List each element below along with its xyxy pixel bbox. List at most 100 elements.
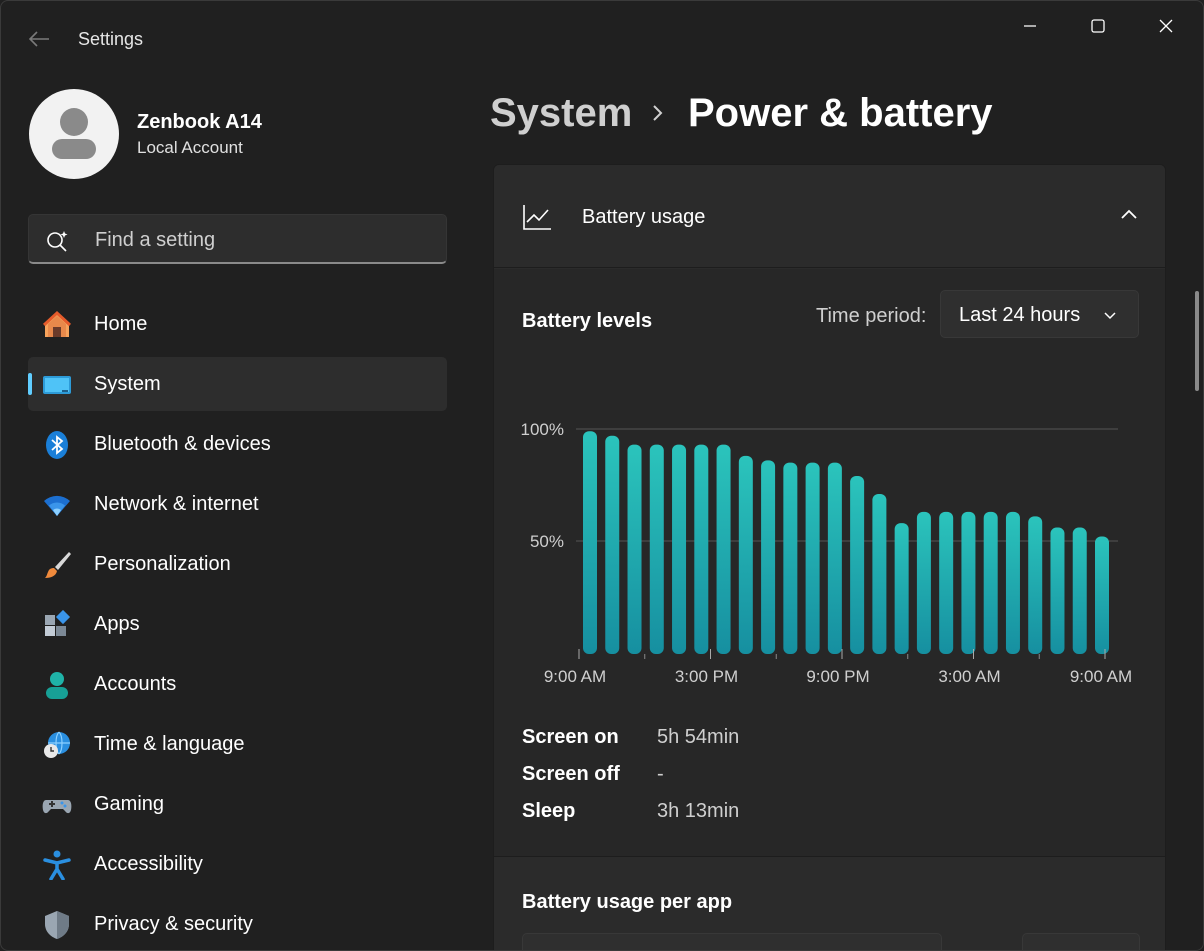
battery-bar (1050, 527, 1065, 654)
battery-bar (605, 435, 620, 654)
stat-label-screen-on: Screen on (522, 726, 619, 748)
system-icon (42, 370, 72, 400)
battery-bar (916, 511, 931, 654)
chevron-down-icon (1103, 308, 1117, 326)
shield-icon (42, 910, 72, 940)
sidebar-nav: Home System Bluetooth & devices Network … (28, 297, 447, 950)
close-button[interactable] (1143, 9, 1189, 43)
x-tick-label: 9:00 AM (544, 667, 606, 686)
user-avatar-icon (52, 108, 96, 159)
title-bar: Settings (1, 1, 1203, 75)
battery-usage-header[interactable]: Battery usage (494, 165, 1165, 268)
sidebar-item-label: Time & language (94, 733, 245, 755)
bluetooth-icon (42, 430, 72, 460)
battery-bar (738, 455, 753, 654)
battery-bar (850, 476, 865, 654)
battery-bar (672, 444, 687, 654)
stat-value-screen-off: - (657, 763, 664, 785)
home-icon (42, 310, 72, 340)
stat-value-screen-on: 5h 54min (657, 726, 740, 748)
sidebar-item-label: Privacy & security (94, 913, 253, 935)
search-icon (47, 231, 68, 252)
x-tick-label: 9:00 PM (806, 667, 869, 686)
battery-bar (961, 511, 976, 654)
x-tick-label: 3:00 PM (675, 667, 738, 686)
sidebar-item-label: Apps (94, 613, 140, 635)
sidebar-item-bluetooth[interactable]: Bluetooth & devices (28, 417, 447, 471)
battery-usage-per-app-title: Battery usage per app (522, 891, 733, 913)
line-chart-icon (522, 203, 552, 236)
accessibility-icon (42, 850, 72, 880)
battery-levels-chart: 100% 50% 9:00 AM 3:00 PM 9:00 PM 3:00 AM 9:00 … (521, 420, 1133, 686)
y-tick-label: 100% (521, 420, 564, 439)
sidebar-item-system[interactable]: System (28, 357, 447, 411)
sidebar-item-time-language[interactable]: Time & language (28, 717, 447, 771)
sort-dropdown[interactable] (1022, 933, 1140, 950)
app-title: Settings (78, 29, 144, 49)
gamepad-icon (42, 790, 72, 820)
back-arrow-icon (28, 31, 49, 47)
battery-bar (716, 444, 731, 654)
battery-bar (939, 511, 954, 654)
battery-bar (761, 460, 776, 654)
stat-label-sleep: Sleep (522, 800, 576, 822)
battery-bar (783, 462, 798, 654)
minimize-icon (1024, 25, 1036, 27)
stat-label-screen-off: Screen off (522, 763, 620, 785)
battery-bar (649, 444, 664, 654)
battery-bar (805, 462, 820, 654)
battery-bar (872, 493, 887, 654)
paintbrush-icon (42, 550, 72, 580)
sidebar-item-label: System (94, 373, 161, 395)
battery-usage-label: Battery usage (582, 206, 706, 228)
time-period-label: Time period: (816, 305, 927, 327)
x-tick-label: 9:00 AM (1070, 667, 1132, 686)
maximize-icon (1091, 19, 1105, 33)
breadcrumb-parent[interactable]: System (490, 91, 632, 136)
page-title: Power & battery (688, 91, 993, 135)
battery-usage-card: Battery usage Battery levels Time period… (493, 164, 1166, 950)
battery-bar (694, 444, 709, 654)
close-icon (1159, 19, 1173, 33)
battery-bar (1095, 536, 1109, 654)
sidebar-item-accounts[interactable]: Accounts (28, 657, 447, 711)
sidebar-item-accessibility[interactable]: Accessibility (28, 837, 447, 891)
chevron-right-icon (649, 101, 667, 130)
chevron-up-icon[interactable] (1119, 207, 1139, 226)
back-button[interactable] (23, 23, 55, 55)
search-box[interactable] (28, 214, 447, 264)
sidebar-item-label: Gaming (94, 793, 165, 815)
settings-window: Settings Zenbook A14 Local Account Find … (0, 0, 1204, 951)
battery-levels-title: Battery levels (522, 310, 653, 332)
avatar[interactable] (29, 89, 119, 179)
sidebar-item-network[interactable]: Network & internet (28, 477, 447, 531)
sidebar-item-gaming[interactable]: Gaming (28, 777, 447, 831)
sidebar-item-apps[interactable]: Apps (28, 597, 447, 651)
battery-bar (983, 511, 998, 654)
battery-bar (827, 462, 842, 654)
account-icon (42, 670, 72, 700)
minimize-button[interactable] (1007, 9, 1053, 43)
sidebar-item-label: Personalization (94, 553, 231, 575)
sidebar-item-label: Bluetooth & devices (94, 433, 271, 455)
sidebar-item-label: Network & internet (94, 493, 259, 515)
profile-account-type: Local Account (137, 138, 243, 157)
y-tick-label: 50% (530, 532, 564, 551)
globe-clock-icon (42, 730, 72, 760)
search-input[interactable] (95, 227, 425, 253)
battery-bar (894, 523, 909, 654)
profile-name: Zenbook A14 (137, 111, 262, 133)
sidebar-item-personalization[interactable]: Personalization (28, 537, 447, 591)
apps-icon (42, 610, 72, 640)
battery-bar (1005, 511, 1020, 654)
sidebar-item-privacy-security[interactable]: Privacy & security (28, 897, 447, 950)
app-search-box[interactable] (522, 933, 942, 950)
scrollbar-thumb[interactable] (1195, 291, 1199, 391)
time-period-value: Last 24 hours (959, 304, 1081, 326)
wifi-icon (42, 490, 72, 520)
sidebar-item-home[interactable]: Home (28, 297, 447, 351)
maximize-button[interactable] (1075, 9, 1121, 43)
battery-bar (1072, 527, 1087, 654)
sidebar-item-label: Accounts (94, 673, 177, 695)
time-period-dropdown[interactable]: Last 24 hours (940, 290, 1139, 338)
